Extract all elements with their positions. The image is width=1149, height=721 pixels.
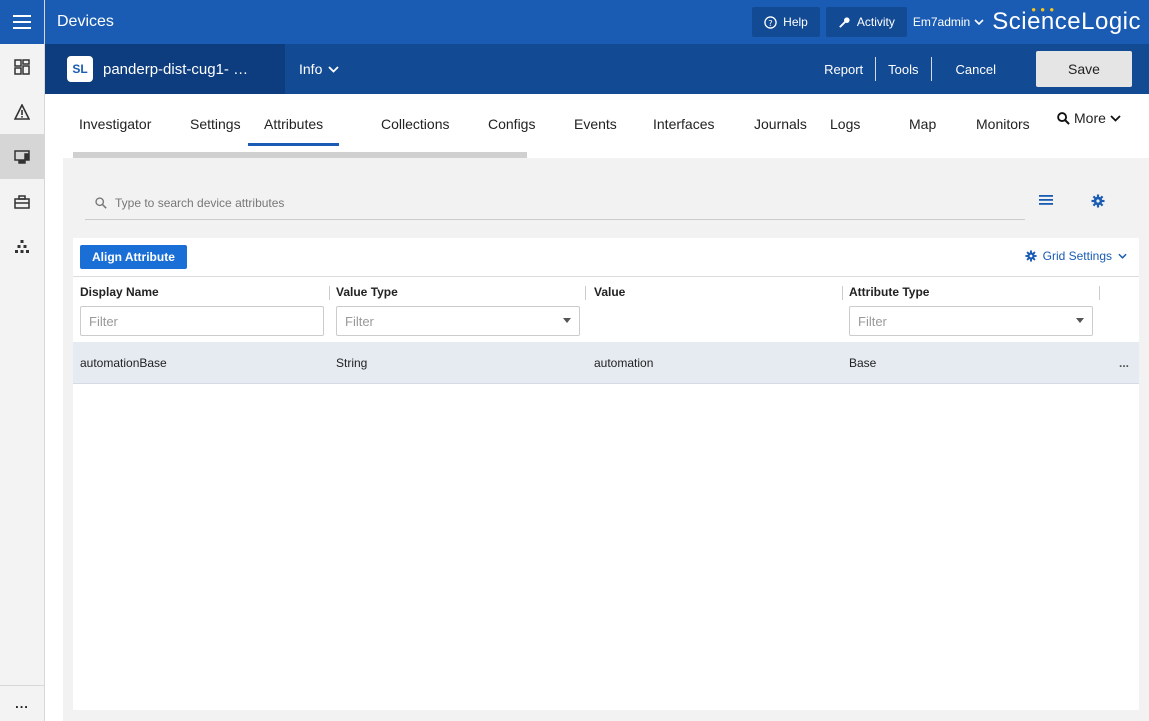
activity-label: Activity bbox=[856, 15, 895, 29]
chevron-down-icon bbox=[974, 19, 984, 25]
tab-configs[interactable]: Configs bbox=[488, 94, 535, 150]
tab-investigator[interactable]: Investigator bbox=[79, 94, 151, 150]
filter-placeholder: Filter bbox=[858, 313, 887, 329]
content-area: Type to search device attributes Align A… bbox=[63, 158, 1149, 721]
chevron-down-icon bbox=[328, 65, 339, 73]
rail-more-icon[interactable]: ... bbox=[0, 685, 44, 721]
user-name: Em7admin bbox=[912, 15, 971, 29]
column-header-value[interactable]: Value bbox=[594, 278, 625, 306]
list-view-icon[interactable] bbox=[1039, 194, 1053, 209]
filter-placeholder: Filter bbox=[89, 313, 118, 329]
grid-settings-button[interactable]: Grid Settings bbox=[1025, 249, 1127, 263]
attributes-grid: Align Attribute Grid Settings Display Na… bbox=[73, 238, 1139, 710]
column-header-value-type[interactable]: Value Type bbox=[336, 278, 398, 306]
gear-icon[interactable] bbox=[1091, 194, 1105, 211]
tab-bar: Investigator Settings Attributes Collection… bbox=[45, 94, 1149, 158]
top-bar: Devices ? Help Activity Em7admin ● ● ● S… bbox=[45, 0, 1149, 44]
activity-button[interactable]: Activity bbox=[825, 7, 907, 37]
divider bbox=[875, 57, 877, 81]
tab-events[interactable]: Events bbox=[574, 94, 617, 150]
tab-attributes[interactable]: Attributes bbox=[247, 94, 340, 150]
device-logo-icon: SL bbox=[67, 56, 93, 82]
search-icon bbox=[1057, 111, 1070, 125]
help-icon: ? bbox=[764, 15, 777, 29]
column-resizer[interactable] bbox=[1099, 286, 1100, 300]
save-button[interactable]: Save bbox=[1036, 51, 1132, 87]
tab-journals[interactable]: Journals bbox=[754, 94, 807, 150]
info-label: Info bbox=[299, 61, 323, 77]
column-resizer[interactable] bbox=[329, 286, 330, 300]
more-label: More bbox=[1074, 110, 1106, 126]
align-attribute-button[interactable]: Align Attribute bbox=[80, 245, 187, 269]
search-placeholder: Type to search device attributes bbox=[115, 195, 285, 210]
hamburger-menu-icon[interactable] bbox=[0, 0, 44, 44]
gear-icon bbox=[1025, 250, 1037, 262]
tools-button[interactable]: Tools bbox=[876, 62, 930, 77]
divider bbox=[930, 57, 932, 81]
topology-icon[interactable] bbox=[0, 224, 44, 269]
chevron-down-icon bbox=[1110, 114, 1121, 122]
column-header-display-name[interactable]: Display Name bbox=[80, 278, 159, 306]
brand-dots: ● ● ● bbox=[1031, 5, 1056, 14]
table-row[interactable]: automationBase String automation Base ..… bbox=[73, 342, 1139, 384]
cell-value: automation bbox=[594, 356, 654, 370]
display-name-filter-input[interactable]: Filter bbox=[80, 306, 324, 336]
caret-down-icon bbox=[1076, 318, 1084, 323]
report-button[interactable]: Report bbox=[812, 62, 875, 77]
attribute-type-filter-select[interactable]: Filter bbox=[849, 306, 1093, 336]
divider bbox=[73, 276, 1139, 277]
help-label: Help bbox=[783, 15, 808, 29]
tab-logs[interactable]: Logs bbox=[830, 94, 860, 150]
value-type-filter-select[interactable]: Filter bbox=[336, 306, 580, 336]
devices-icon[interactable] bbox=[0, 134, 44, 179]
user-menu[interactable]: Em7admin bbox=[913, 15, 984, 29]
tab-collections[interactable]: Collections bbox=[381, 94, 449, 150]
toolbox-icon[interactable] bbox=[0, 179, 44, 224]
page-title: Devices bbox=[57, 13, 114, 30]
help-button[interactable]: ? Help bbox=[752, 7, 820, 37]
chevron-down-icon bbox=[1118, 253, 1127, 259]
search-input[interactable]: Type to search device attributes bbox=[85, 186, 1025, 220]
device-name: panderp-dist-cug1- … bbox=[103, 60, 249, 78]
svg-text:?: ? bbox=[768, 17, 772, 27]
column-resizer[interactable] bbox=[585, 286, 586, 300]
cell-attribute-type: Base bbox=[849, 356, 877, 370]
brand-logo: ● ● ● ScienceLogic bbox=[992, 5, 1141, 36]
column-resizer[interactable] bbox=[842, 286, 843, 300]
cell-display-name: automationBase bbox=[80, 356, 167, 370]
row-actions-menu-icon[interactable]: ... bbox=[1119, 342, 1129, 384]
filter-placeholder: Filter bbox=[345, 313, 374, 329]
search-icon bbox=[95, 196, 107, 209]
dashboard-icon[interactable] bbox=[0, 44, 44, 89]
device-bar: SL panderp-dist-cug1- … Info Report Tool… bbox=[45, 44, 1149, 94]
grid-settings-label: Grid Settings bbox=[1042, 249, 1112, 263]
column-header-attribute-type[interactable]: Attribute Type bbox=[849, 278, 929, 306]
tab-settings[interactable]: Settings bbox=[190, 94, 241, 150]
events-warning-icon[interactable] bbox=[0, 89, 44, 134]
tab-interfaces[interactable]: Interfaces bbox=[653, 94, 714, 150]
tab-monitors[interactable]: Monitors bbox=[976, 94, 1030, 150]
caret-down-icon bbox=[563, 318, 571, 323]
brand-text: ScienceLogic bbox=[992, 8, 1141, 35]
device-identity: SL panderp-dist-cug1- … bbox=[45, 44, 285, 94]
info-dropdown[interactable]: Info bbox=[299, 61, 812, 77]
wrench-icon bbox=[839, 16, 850, 28]
cancel-button[interactable]: Cancel bbox=[956, 62, 996, 77]
left-nav-rail: ... bbox=[0, 0, 45, 721]
cell-value-type: String bbox=[336, 356, 368, 370]
more-tabs-button[interactable]: More bbox=[1057, 110, 1121, 126]
tab-map[interactable]: Map bbox=[909, 94, 936, 150]
grid-toolbar: Align Attribute Grid Settings bbox=[73, 238, 1139, 276]
